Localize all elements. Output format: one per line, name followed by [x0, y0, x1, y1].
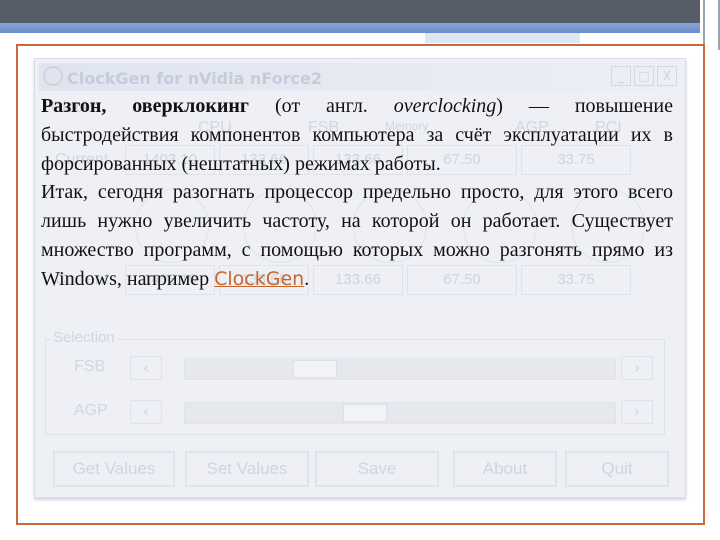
- text-span: .: [304, 267, 310, 290]
- window-title-bar: ClockGen for nVidia nForce2 _ □ X: [39, 63, 681, 91]
- quit-button: Quit: [565, 451, 669, 487]
- slide-body-text: Разгон, оверклокинг (от англ. overclocki…: [41, 92, 673, 294]
- save-button: Save: [315, 451, 439, 487]
- window-title: ClockGen for nVidia nForce2: [67, 69, 323, 88]
- term-bold: Разгон, оверклокинг: [41, 95, 250, 117]
- text-span: (от англ.: [249, 95, 394, 117]
- slide-light-stripe: [425, 33, 580, 43]
- definition-paragraph: Разгон, оверклокинг (от англ. overclocki…: [41, 92, 673, 178]
- fsb-right-arrow-icon: ›: [621, 356, 653, 380]
- clockgen-link[interactable]: ClockGen: [214, 268, 304, 290]
- agp-slider: [184, 402, 616, 424]
- slide-decor-lines: [703, 0, 720, 50]
- agp-left-arrow-icon: ‹: [130, 400, 162, 424]
- slide-blue-stripe: [0, 23, 700, 33]
- minimize-icon: _: [611, 66, 631, 86]
- fsb-slider-label: FSB: [74, 358, 106, 375]
- selection-group: FSB ‹ › AGP ‹ ›: [45, 339, 665, 435]
- selection-group-label: Selection: [51, 329, 117, 346]
- close-icon: X: [657, 66, 677, 86]
- agp-slider-label: AGP: [74, 402, 108, 419]
- slide-top-bar: [0, 0, 700, 23]
- set-values-button: Set Values: [185, 451, 309, 487]
- get-values-button: Get Values: [53, 451, 175, 487]
- app-icon: [43, 66, 63, 86]
- term-english: overclocking: [393, 95, 497, 117]
- fsb-slider-thumb: [293, 360, 338, 378]
- intro-paragraph: Итак, сегодня разогнать процессор предел…: [41, 178, 673, 293]
- about-button: About: [453, 451, 557, 487]
- text-span: Итак, сегодня разогнать процессор предел…: [41, 181, 673, 290]
- fsb-left-arrow-icon: ‹: [130, 356, 162, 380]
- agp-slider-thumb: [343, 404, 388, 422]
- fsb-slider: [184, 358, 616, 380]
- agp-right-arrow-icon: ›: [621, 400, 653, 424]
- maximize-icon: □: [634, 66, 654, 86]
